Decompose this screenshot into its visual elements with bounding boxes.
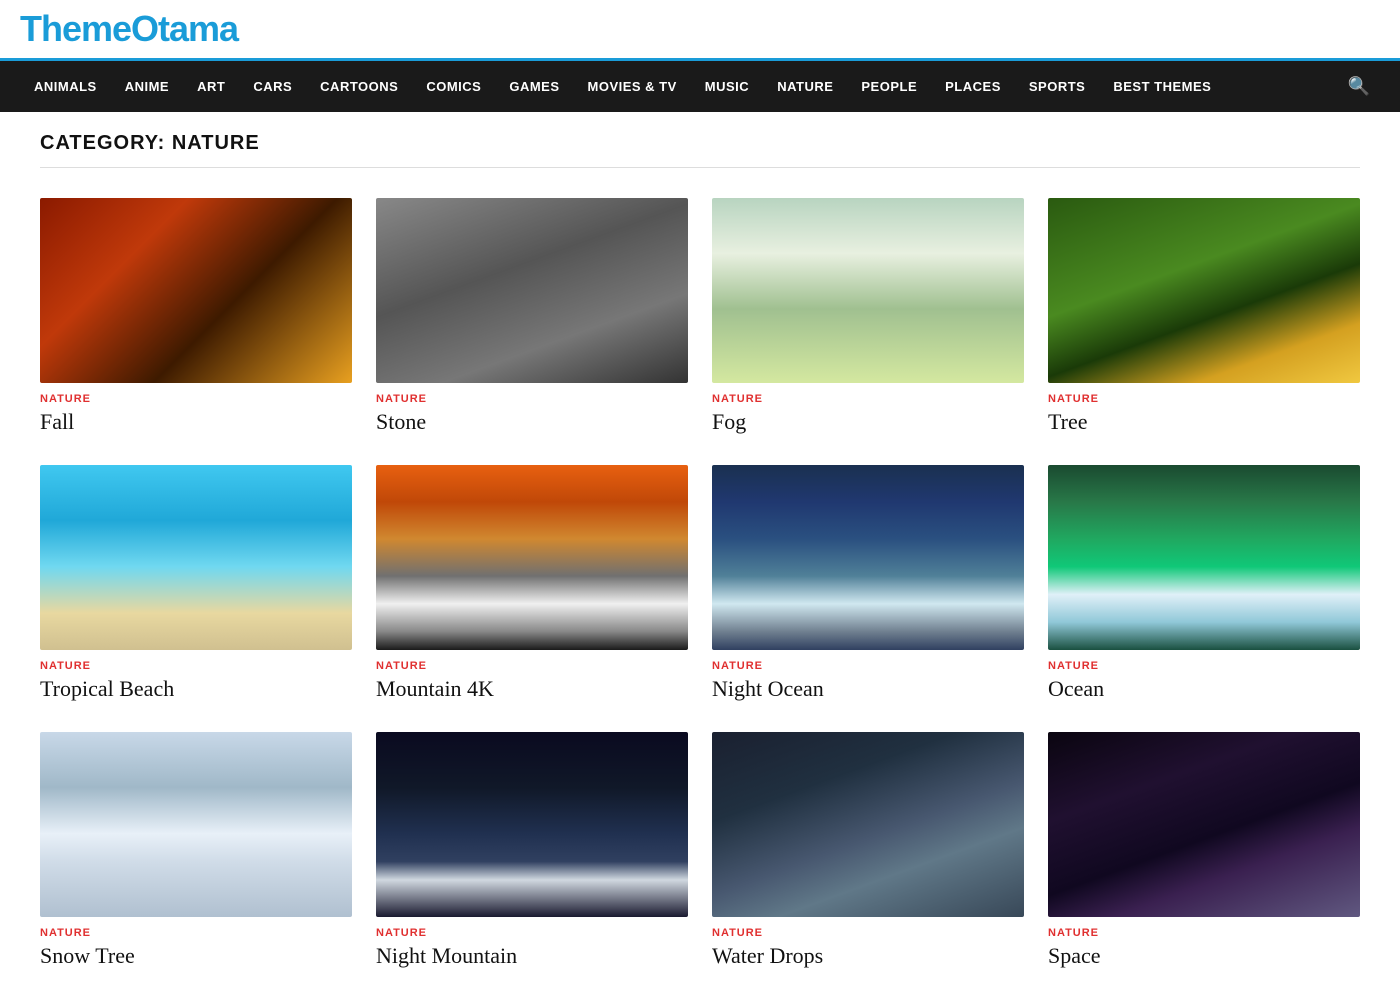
nav-link[interactable]: GAMES <box>495 61 573 112</box>
card-mountain-4k[interactable]: NATURE Mountain 4K <box>376 465 688 702</box>
card-snow-tree[interactable]: NATURE Snow Tree <box>40 732 352 969</box>
nav-item-sports[interactable]: SPORTS <box>1015 61 1099 112</box>
card-title-fall: Fall <box>40 409 352 435</box>
cards-grid: NATURE Fall NATURE Stone NATURE Fog NATURE Tree… <box>40 198 1360 969</box>
card-image-tropical-beach <box>40 465 352 650</box>
card-title-ocean: Ocean <box>1048 676 1360 702</box>
card-image-inner-water-drops <box>712 732 1024 917</box>
nav-link[interactable]: PEOPLE <box>847 61 931 112</box>
nav-item-movies---tv[interactable]: MOVIES & TV <box>574 61 691 112</box>
card-night-ocean[interactable]: NATURE Night Ocean <box>712 465 1024 702</box>
nav-link[interactable]: COMICS <box>412 61 495 112</box>
card-image-stone <box>376 198 688 383</box>
nav-item-games[interactable]: GAMES <box>495 61 573 112</box>
card-image-inner-mountain-4k <box>376 465 688 650</box>
card-category-night-ocean: NATURE <box>712 660 1024 672</box>
card-title-stone: Stone <box>376 409 688 435</box>
card-ocean[interactable]: NATURE Ocean <box>1048 465 1360 702</box>
card-image-tree <box>1048 198 1360 383</box>
card-title-water-drops: Water Drops <box>712 943 1024 969</box>
card-image-fall <box>40 198 352 383</box>
card-title-mountain-4k: Mountain 4K <box>376 676 688 702</box>
card-image-inner-fog <box>712 198 1024 383</box>
nav-link[interactable]: CARS <box>239 61 306 112</box>
nav-link[interactable]: MUSIC <box>691 61 763 112</box>
card-title-space: Space <box>1048 943 1360 969</box>
nav-item-places[interactable]: PLACES <box>931 61 1015 112</box>
card-image-inner-fall <box>40 198 352 383</box>
card-category-space: NATURE <box>1048 927 1360 939</box>
nav-link[interactable]: SPORTS <box>1015 61 1099 112</box>
nav-link[interactable]: MOVIES & TV <box>574 61 691 112</box>
nav-link[interactable]: CARTOONS <box>306 61 412 112</box>
card-image-inner-night-mountain <box>376 732 688 917</box>
search-icon[interactable]: 🔍 <box>1338 66 1380 107</box>
card-title-tropical-beach: Tropical Beach <box>40 676 352 702</box>
nav-link[interactable]: ANIMALS <box>20 61 111 112</box>
card-stone[interactable]: NATURE Stone <box>376 198 688 435</box>
card-image-night-mountain <box>376 732 688 917</box>
card-image-inner-tree <box>1048 198 1360 383</box>
card-space[interactable]: NATURE Space <box>1048 732 1360 969</box>
nav-item-cartoons[interactable]: CARTOONS <box>306 61 412 112</box>
card-image-inner-night-ocean <box>712 465 1024 650</box>
card-water-drops[interactable]: NATURE Water Drops <box>712 732 1024 969</box>
card-tropical-beach[interactable]: NATURE Tropical Beach <box>40 465 352 702</box>
nav-item-best-themes[interactable]: BEST THEMES <box>1099 61 1225 112</box>
nav-link[interactable]: ANIME <box>111 61 183 112</box>
card-title-snow-tree: Snow Tree <box>40 943 352 969</box>
nav-link[interactable]: PLACES <box>931 61 1015 112</box>
nav-item-nature[interactable]: NATURE <box>763 61 847 112</box>
card-image-mountain-4k <box>376 465 688 650</box>
card-title-night-ocean: Night Ocean <box>712 676 1024 702</box>
nav-item-animals[interactable]: ANIMALS <box>20 61 111 112</box>
card-category-snow-tree: NATURE <box>40 927 352 939</box>
card-category-night-mountain: NATURE <box>376 927 688 939</box>
card-image-inner-tropical-beach <box>40 465 352 650</box>
card-image-inner-space <box>1048 732 1360 917</box>
card-title-night-mountain: Night Mountain <box>376 943 688 969</box>
category-title: CATEGORY: NATURE <box>40 132 1360 168</box>
nav-item-anime[interactable]: ANIME <box>111 61 183 112</box>
card-category-tree: NATURE <box>1048 393 1360 405</box>
card-category-fall: NATURE <box>40 393 352 405</box>
card-tree[interactable]: NATURE Tree <box>1048 198 1360 435</box>
logo-bar: ThemeOtama <box>0 0 1400 61</box>
nav-item-comics[interactable]: COMICS <box>412 61 495 112</box>
card-title-fog: Fog <box>712 409 1024 435</box>
nav-item-art[interactable]: ART <box>183 61 239 112</box>
nav-list: ANIMALSANIMEARTCARSCARTOONSCOMICSGAMESMO… <box>20 61 1225 112</box>
main-nav: ANIMALSANIMEARTCARSCARTOONSCOMICSGAMESMO… <box>0 61 1400 112</box>
card-image-water-drops <box>712 732 1024 917</box>
card-image-ocean <box>1048 465 1360 650</box>
card-night-mountain[interactable]: NATURE Night Mountain <box>376 732 688 969</box>
nav-item-music[interactable]: MUSIC <box>691 61 763 112</box>
card-image-inner-ocean <box>1048 465 1360 650</box>
card-title-tree: Tree <box>1048 409 1360 435</box>
card-image-inner-stone <box>376 198 688 383</box>
card-image-snow-tree <box>40 732 352 917</box>
nav-item-cars[interactable]: CARS <box>239 61 306 112</box>
card-image-fog <box>712 198 1024 383</box>
nav-link[interactable]: NATURE <box>763 61 847 112</box>
card-category-fog: NATURE <box>712 393 1024 405</box>
card-image-inner-snow-tree <box>40 732 352 917</box>
nav-item-people[interactable]: PEOPLE <box>847 61 931 112</box>
card-category-ocean: NATURE <box>1048 660 1360 672</box>
card-fog[interactable]: NATURE Fog <box>712 198 1024 435</box>
card-category-stone: NATURE <box>376 393 688 405</box>
card-category-mountain-4k: NATURE <box>376 660 688 672</box>
card-category-water-drops: NATURE <box>712 927 1024 939</box>
card-category-tropical-beach: NATURE <box>40 660 352 672</box>
card-image-space <box>1048 732 1360 917</box>
card-fall[interactable]: NATURE Fall <box>40 198 352 435</box>
nav-link[interactable]: ART <box>183 61 239 112</box>
card-image-night-ocean <box>712 465 1024 650</box>
nav-link[interactable]: BEST THEMES <box>1099 61 1225 112</box>
site-logo[interactable]: ThemeOtama <box>20 8 238 49</box>
page-content: CATEGORY: NATURE NATUREFallNATUREStoneNA… <box>20 112 1380 989</box>
